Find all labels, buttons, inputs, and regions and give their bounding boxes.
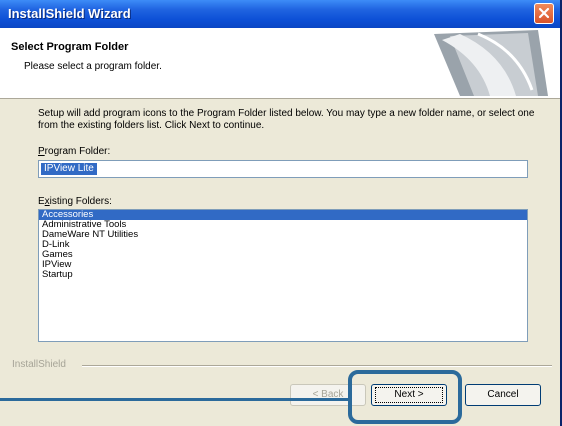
callout-line bbox=[0, 398, 348, 401]
instructions-text: Setup will add program icons to the Prog… bbox=[38, 108, 535, 131]
header-title: Select Program Folder bbox=[11, 41, 129, 53]
program-folder-accel: P bbox=[38, 146, 45, 157]
list-item-ipview[interactable]: IPView bbox=[39, 260, 527, 270]
existing-folders-pre: E bbox=[38, 196, 45, 207]
window-title: InstallShield Wizard bbox=[8, 6, 131, 21]
cancel-button[interactable]: Cancel bbox=[465, 384, 541, 406]
close-button[interactable] bbox=[534, 3, 554, 24]
close-icon bbox=[538, 7, 550, 19]
title-bar[interactable]: InstallShield Wizard bbox=[0, 0, 560, 28]
header-subtitle: Please select a program folder. bbox=[24, 61, 162, 72]
program-folder-value: IPView Lite bbox=[41, 163, 97, 175]
existing-folders-label-text: isting Folders: bbox=[49, 196, 112, 207]
program-folder-label: Program Folder: bbox=[38, 146, 110, 157]
installshield-brand: InstallShield bbox=[12, 359, 66, 370]
list-item-dameware[interactable]: DameWare NT Utilities bbox=[39, 230, 527, 240]
wizard-header: Select Program Folder Please select a pr… bbox=[0, 28, 560, 99]
existing-folders-list[interactable]: Accessories Administrative Tools DameWar… bbox=[38, 209, 528, 342]
existing-folders-label: Existing Folders: bbox=[38, 196, 112, 207]
program-folder-input[interactable]: IPView Lite bbox=[38, 160, 528, 178]
installshield-window: InstallShield Wizard Select Program Fold… bbox=[0, 0, 562, 426]
next-button-highlight bbox=[348, 370, 462, 424]
list-item-games[interactable]: Games bbox=[39, 250, 527, 260]
footer-divider bbox=[82, 365, 552, 367]
list-item-startup[interactable]: Startup bbox=[39, 270, 527, 280]
setup-graphic-icon bbox=[434, 30, 548, 96]
program-folder-label-text: rogram Folder: bbox=[44, 146, 111, 157]
list-item-d-link[interactable]: D-Link bbox=[39, 240, 527, 250]
